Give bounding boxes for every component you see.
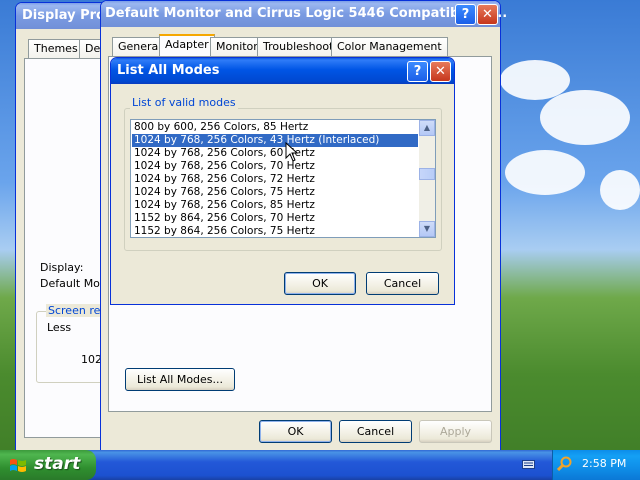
resolution-value: 102 xyxy=(81,353,102,366)
help-icon[interactable]: ? xyxy=(407,61,428,82)
mode-list-item[interactable]: 1024 by 768, 256 Colors, 75 Hertz xyxy=(132,186,418,199)
tab-monitor[interactable]: Monitor xyxy=(210,37,264,56)
list-all-modes-button[interactable]: List All Modes... xyxy=(125,368,235,391)
tab-troubleshoot[interactable]: Troubleshoot xyxy=(257,37,340,56)
scroll-down-icon[interactable]: ▼ xyxy=(419,221,435,237)
list-all-modes-dialog: List All Modes ? ✕ List of valid modes 8… xyxy=(110,57,455,305)
mouse-pointer-icon xyxy=(285,142,299,162)
taskbar xyxy=(0,450,640,480)
dialog-ok-button[interactable]: OK xyxy=(284,272,356,295)
tab-color-management[interactable]: Color Management xyxy=(331,37,448,56)
close-icon[interactable]: ✕ xyxy=(430,61,451,82)
cloud xyxy=(505,150,585,195)
scroll-up-icon[interactable]: ▲ xyxy=(419,120,435,136)
tab-themes[interactable]: Themes xyxy=(28,39,84,58)
mode-list-item[interactable]: 1024 by 768, 256 Colors, 85 Hertz xyxy=(132,199,418,212)
clock: 2:58 PM xyxy=(582,457,627,470)
resolution-less-label: Less xyxy=(47,321,72,334)
screen-resolution-label: Screen res xyxy=(46,304,109,317)
modes-listbox[interactable]: 800 by 600, 256 Colors, 85 Hertz 1024 by … xyxy=(130,119,436,238)
modes-list: 800 by 600, 256 Colors, 85 Hertz 1024 by … xyxy=(132,121,418,237)
start-button[interactable]: start xyxy=(0,450,96,480)
cancel-button[interactable]: Cancel xyxy=(339,420,412,443)
mode-list-item[interactable]: 1024 by 768, 256 Colors, 60 Hertz xyxy=(132,147,418,160)
mode-list-item[interactable]: 1024 by 768, 256 Colors, 70 Hertz xyxy=(132,160,418,173)
help-icon[interactable]: ? xyxy=(455,4,476,25)
cloud xyxy=(540,90,630,145)
adapter-properties-titlebar[interactable]: Default Monitor and Cirrus Logic 5446 Co… xyxy=(101,1,507,27)
mode-list-item[interactable]: 1152 by 864, 256 Colors, 70 Hertz xyxy=(132,212,418,225)
tab-adapter[interactable]: Adapter xyxy=(159,34,215,57)
windows-logo-icon xyxy=(10,459,26,472)
adapter-properties-title: Default Monitor and Cirrus Logic 5446 Co… xyxy=(105,6,508,21)
cloud xyxy=(600,170,640,210)
dialog-cancel-button[interactable]: Cancel xyxy=(366,272,439,295)
display-label: Display: xyxy=(40,261,84,274)
scroll-thumb[interactable] xyxy=(419,168,435,180)
mode-list-item[interactable]: 800 by 600, 256 Colors, 85 Hertz xyxy=(132,121,418,134)
list-all-modes-title: List All Modes xyxy=(117,63,220,78)
search-icon[interactable] xyxy=(557,456,573,472)
keyboard-icon[interactable] xyxy=(522,458,535,471)
ok-button[interactable]: OK xyxy=(259,420,332,443)
list-all-modes-titlebar[interactable]: List All Modes ? ✕ xyxy=(111,58,454,84)
valid-modes-label: List of valid modes xyxy=(130,96,238,109)
modes-scrollbar[interactable]: ▲ ▼ xyxy=(419,120,435,237)
close-icon[interactable]: ✕ xyxy=(477,4,498,25)
mode-list-item[interactable]: 1024 by 768, 256 Colors, 72 Hertz xyxy=(132,173,418,186)
apply-button[interactable]: Apply xyxy=(419,420,492,443)
mode-list-item[interactable]: 1024 by 768, 256 Colors, 43 Hertz (Inter… xyxy=(132,134,418,147)
start-label: start xyxy=(34,454,81,474)
mode-list-item[interactable]: 1152 by 864, 256 Colors, 75 Hertz xyxy=(132,225,418,237)
